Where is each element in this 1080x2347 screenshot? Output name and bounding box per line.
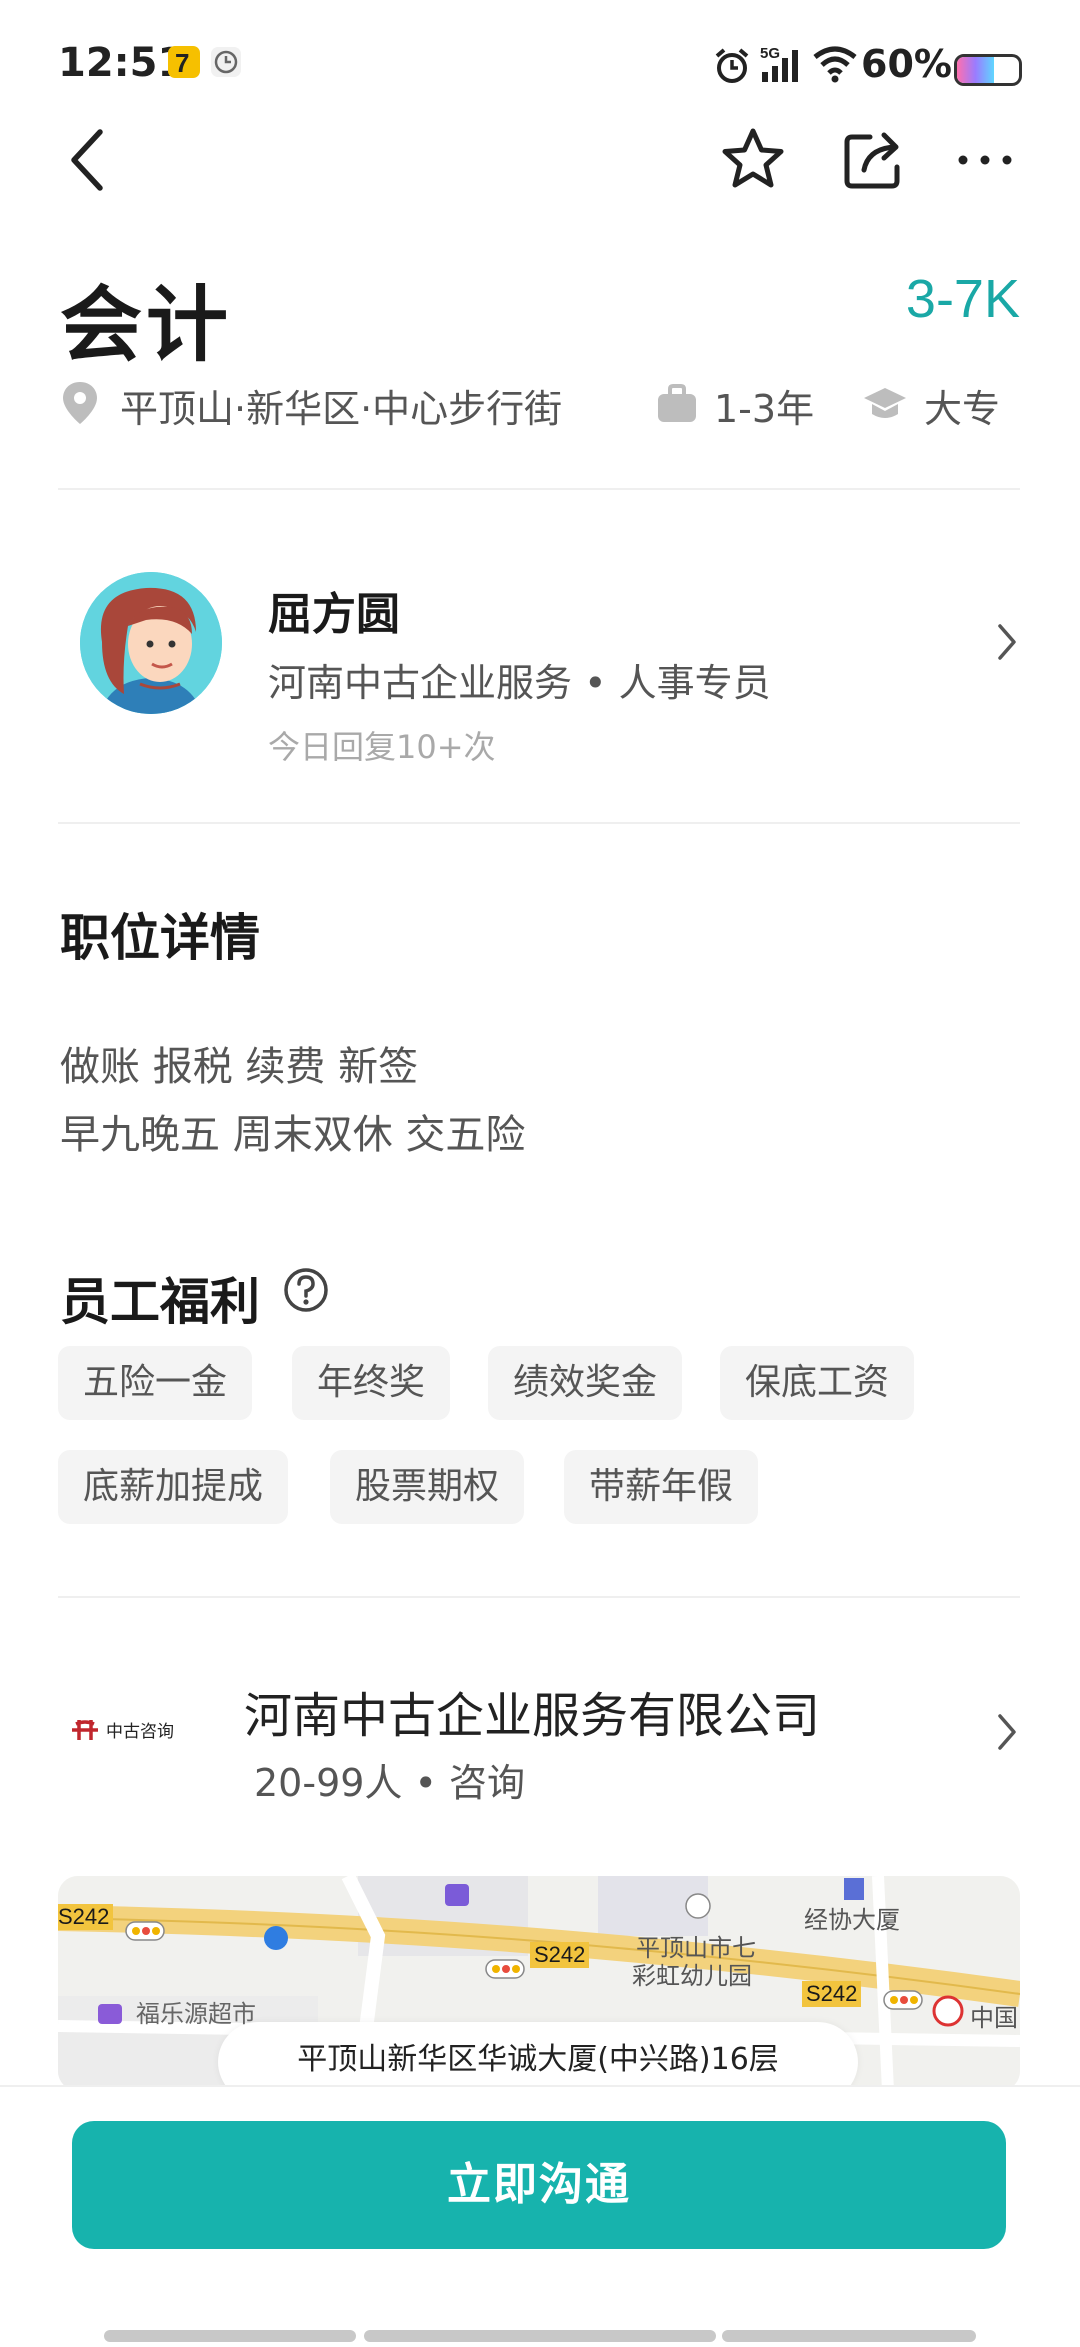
svg-text:5G: 5G (760, 45, 780, 62)
chevron-left-icon (71, 129, 103, 191)
benefit-tag: 五险一金 (58, 1346, 253, 1420)
company-name: 河南中古企业服务有限公司 (244, 1688, 821, 1744)
gesture-bar (364, 2330, 716, 2342)
recruiter-reply-stat: 今日回复10+次 (268, 728, 496, 766)
job-description-line: 早九晚五 周末双休 交五险 (60, 1112, 526, 1158)
benefit-tag: 绩效奖金 (488, 1346, 683, 1420)
status-bar: 12:51 7 5G 60% (0, 0, 1080, 130)
map-label: 彩虹幼儿园 (632, 1962, 752, 1990)
map-address: 平顶山新华区华诚大厦(中兴路)16层 (218, 2022, 858, 2091)
map-label: 中国 (970, 2004, 1018, 2032)
benefit-tag: 带薪年假 (564, 1450, 759, 1524)
company-logo: 中古咨询 (70, 1715, 190, 1745)
section-title-benefits: 员工福利 (60, 1273, 260, 1331)
back-button[interactable] (60, 120, 120, 200)
help-icon[interactable] (282, 1266, 330, 1318)
cellular-signal-icon: 5G (758, 42, 806, 88)
chat-now-button[interactable]: 立即沟通 (72, 2121, 1006, 2249)
bottom-action-bar: 立即沟通 (0, 2085, 1080, 2347)
gesture-bar (104, 2330, 356, 2342)
benefit-tag: 底薪加提成 (58, 1450, 289, 1524)
share-button[interactable] (838, 125, 908, 195)
map-label: 福乐源超市 (136, 2000, 256, 2028)
avatar (80, 572, 222, 714)
svg-text:中古咨询: 中古咨询 (106, 1722, 174, 1742)
job-description-line: 做账 报税 续费 新签 (60, 1044, 419, 1090)
map-label: S242 (530, 1942, 590, 1968)
svg-text:7: 7 (175, 48, 189, 78)
section-title-job-details: 职位详情 (60, 909, 260, 967)
benefit-tag: 保底工资 (720, 1346, 915, 1420)
location-map[interactable]: S242 S242 S242 经协大厦 平顶山市七 彩虹幼儿园 福乐源超市 中国… (58, 1876, 1020, 2091)
battery-icon (954, 54, 1022, 86)
graduation-cap-icon (862, 384, 908, 428)
alarm-icon (712, 46, 752, 90)
star-icon (722, 128, 784, 188)
location-pin-icon (60, 380, 100, 430)
recruiter-company-role: 河南中古企业服务 • 人事专员 (268, 661, 771, 705)
divider (58, 488, 1020, 490)
battery-percentage: 60% (861, 42, 952, 86)
job-title: 会计 (60, 278, 233, 373)
map-label: S242 (802, 1981, 862, 2007)
share-icon (844, 132, 900, 189)
salary-range: 3-7K (905, 269, 1020, 329)
clock-notification-icon (210, 46, 242, 82)
recruiter-name: 屈方圆 (268, 589, 400, 640)
job-education: 大专 (924, 387, 1001, 431)
divider (58, 822, 1020, 824)
briefcase-icon (656, 384, 698, 428)
more-icon (958, 155, 1012, 165)
chevron-right-icon (996, 1712, 1018, 1756)
gesture-bar (722, 2330, 976, 2342)
divider (58, 1596, 1020, 1598)
more-button[interactable] (955, 140, 1015, 180)
company-meta: 20-99人 • 咨询 (254, 1761, 525, 1805)
benefit-tag: 股票期权 (330, 1450, 525, 1524)
job-location: 平顶山·新华区·中心步行街 (120, 387, 563, 431)
map-label: S242 (58, 1904, 114, 1930)
app-notification-icon: 7 (166, 44, 202, 84)
chevron-right-icon (996, 622, 1018, 666)
wifi-icon (812, 44, 858, 88)
benefit-tag: 年终奖 (292, 1346, 451, 1420)
map-label: 经协大厦 (804, 1906, 900, 1934)
job-experience: 1-3年 (714, 387, 815, 431)
favorite-button[interactable] (718, 125, 788, 195)
